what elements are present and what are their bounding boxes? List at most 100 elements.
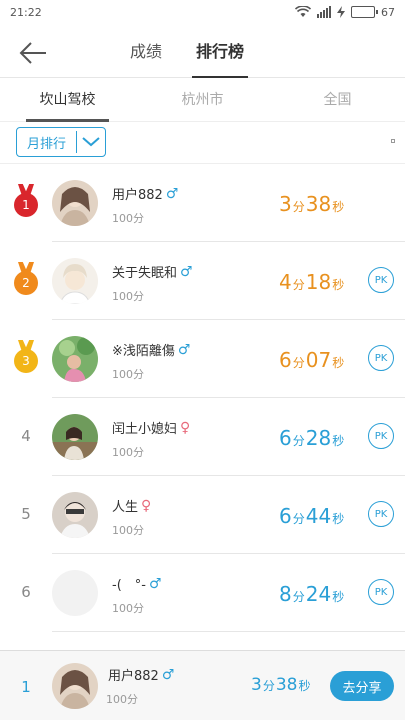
- username-text: 关于失眠和: [112, 266, 178, 281]
- time-minutes: 8: [279, 582, 292, 606]
- username-text: -( °-: [112, 578, 146, 593]
- user-name: 关于失眠和 ♂: [112, 262, 193, 282]
- time-seconds: 38: [305, 192, 332, 216]
- medal-icon: 3: [13, 340, 39, 376]
- my-time: 3 分 38 秒: [251, 675, 312, 695]
- completion-time: 8 分 24 秒: [279, 582, 345, 606]
- minute-unit: 分: [292, 356, 305, 370]
- leaderboard-row[interactable]: 6 -( °- ♂ 100分 8 分 24 秒 PK: [21, 554, 405, 632]
- square-marker-icon: [391, 139, 395, 143]
- completion-time: 3 分 38 秒: [279, 192, 345, 216]
- rank-number: 6: [21, 583, 31, 601]
- male-icon: ♂: [177, 341, 191, 358]
- female-icon: ♀: [141, 497, 152, 514]
- my-time-minutes: 3: [251, 675, 262, 695]
- header: 成绩 排行榜: [0, 28, 405, 78]
- username-text: 闰土小媳妇: [112, 422, 178, 437]
- status-icons: 67: [295, 6, 395, 19]
- avatar[interactable]: [52, 492, 98, 538]
- leaderboard-row[interactable]: 1 用户882 ♂ 100分 3 分 38 秒: [14, 164, 405, 242]
- avatar[interactable]: [52, 258, 98, 304]
- my-score: 100分: [106, 693, 138, 706]
- username-text: 人生: [112, 500, 139, 515]
- chevron-down-icon: [77, 128, 105, 156]
- rank-cell: 5: [10, 496, 42, 532]
- leaderboard-row[interactable]: 5 人生 ♀ 100分 6 分 44 秒 PK: [21, 476, 405, 554]
- minute-unit: 分: [292, 590, 305, 604]
- period-dropdown[interactable]: 月排行: [16, 127, 106, 157]
- leaderboard-row[interactable]: 3 ※浅陌離傷 ♂ 100分 6 分 07 秒 PK: [14, 320, 405, 398]
- completion-time: 6 分 44 秒: [279, 504, 345, 528]
- rank-cell: 6: [10, 574, 42, 610]
- completion-time: 4 分 18 秒: [279, 270, 345, 294]
- second-unit: 秒: [298, 679, 311, 693]
- my-rank-number: 1: [21, 678, 31, 696]
- row-content: 6 -( °- ♂ 100分 8 分 24 秒 PK: [0, 554, 405, 632]
- username-text: 用户882: [112, 188, 163, 203]
- completion-time: 6 分 28 秒: [279, 426, 345, 450]
- medal-icon: 1: [13, 184, 39, 220]
- time-minutes: 3: [279, 192, 292, 216]
- rank-number: 1: [14, 193, 38, 217]
- battery-icon: [351, 6, 378, 18]
- time-minutes: 6: [279, 348, 292, 372]
- score: 100分: [112, 602, 144, 615]
- user-name: 闰土小媳妇 ♀: [112, 418, 191, 438]
- tab-results[interactable]: 成绩: [130, 28, 162, 78]
- rank-number: 4: [21, 427, 31, 445]
- rank-cell: 4: [10, 418, 42, 454]
- time-seconds: 44: [305, 504, 332, 528]
- back-arrow-icon[interactable]: [18, 40, 48, 66]
- male-icon: ♂: [180, 263, 193, 280]
- second-unit: 秒: [332, 200, 345, 214]
- rank-cell: 3: [10, 340, 42, 376]
- male-icon: ♂: [148, 575, 162, 592]
- pk-button[interactable]: PK: [368, 579, 394, 605]
- avatar[interactable]: [52, 180, 98, 226]
- avatar[interactable]: [52, 570, 98, 616]
- time-seconds: 24: [305, 582, 332, 606]
- completion-time: 6 分 07 秒: [279, 348, 345, 372]
- second-unit: 秒: [332, 590, 345, 604]
- time-seconds: 28: [305, 426, 332, 450]
- tab-school[interactable]: 坎山驾校: [0, 80, 135, 122]
- score: 100分: [112, 212, 144, 225]
- score: 100分: [112, 290, 144, 303]
- wifi-icon: [295, 6, 311, 17]
- time-minutes: 4: [279, 270, 292, 294]
- my-name: 用户882 ♂: [108, 665, 174, 685]
- tab-city[interactable]: 杭州市: [135, 80, 270, 121]
- leaderboard-list: 1 用户882 ♂ 100分 3 分 38 秒 2 关于失眠和 ♂ 100分 4…: [0, 163, 405, 632]
- row-content: 3 ※浅陌離傷 ♂ 100分 6 分 07 秒 PK: [0, 320, 405, 398]
- row-content: 2 关于失眠和 ♂ 100分 4 分 18 秒 PK: [0, 242, 405, 320]
- pk-button[interactable]: PK: [368, 267, 394, 293]
- header-tabs: 成绩 排行榜: [130, 28, 249, 78]
- tab-leaderboard[interactable]: 排行榜: [192, 28, 249, 78]
- share-button[interactable]: 去分享: [330, 671, 394, 701]
- my-time-seconds: 38: [275, 675, 298, 695]
- tab-national[interactable]: 全国: [270, 80, 405, 121]
- my-username: 用户882: [108, 669, 159, 684]
- charging-icon: [337, 6, 345, 18]
- pk-button[interactable]: PK: [368, 423, 394, 449]
- time-seconds: 07: [305, 348, 332, 372]
- time-minutes: 6: [279, 426, 292, 450]
- female-icon: ♀: [180, 419, 191, 436]
- leaderboard-row[interactable]: 4 闰土小媳妇 ♀ 100分 6 分 28 秒 PK: [21, 398, 405, 476]
- pk-button[interactable]: PK: [368, 345, 394, 371]
- minute-unit: 分: [292, 434, 305, 448]
- row-content: 5 人生 ♀ 100分 6 分 44 秒 PK: [0, 476, 405, 554]
- pk-button[interactable]: PK: [368, 501, 394, 527]
- row-content: 1 用户882 ♂ 100分 3 分 38 秒: [0, 164, 405, 242]
- avatar[interactable]: [52, 414, 98, 460]
- minute-unit: 分: [292, 512, 305, 526]
- second-unit: 秒: [332, 356, 345, 370]
- leaderboard-row[interactable]: 2 关于失眠和 ♂ 100分 4 分 18 秒 PK: [14, 242, 405, 320]
- my-avatar: [52, 663, 98, 709]
- my-rank-bar: 1 用户882 ♂ 100分 3 分 38 秒 去分享: [0, 650, 405, 720]
- avatar[interactable]: [52, 336, 98, 382]
- male-icon: ♂: [165, 185, 179, 202]
- user-name: -( °- ♂: [112, 574, 162, 594]
- minute-unit: 分: [292, 278, 305, 292]
- score: 100分: [112, 446, 144, 459]
